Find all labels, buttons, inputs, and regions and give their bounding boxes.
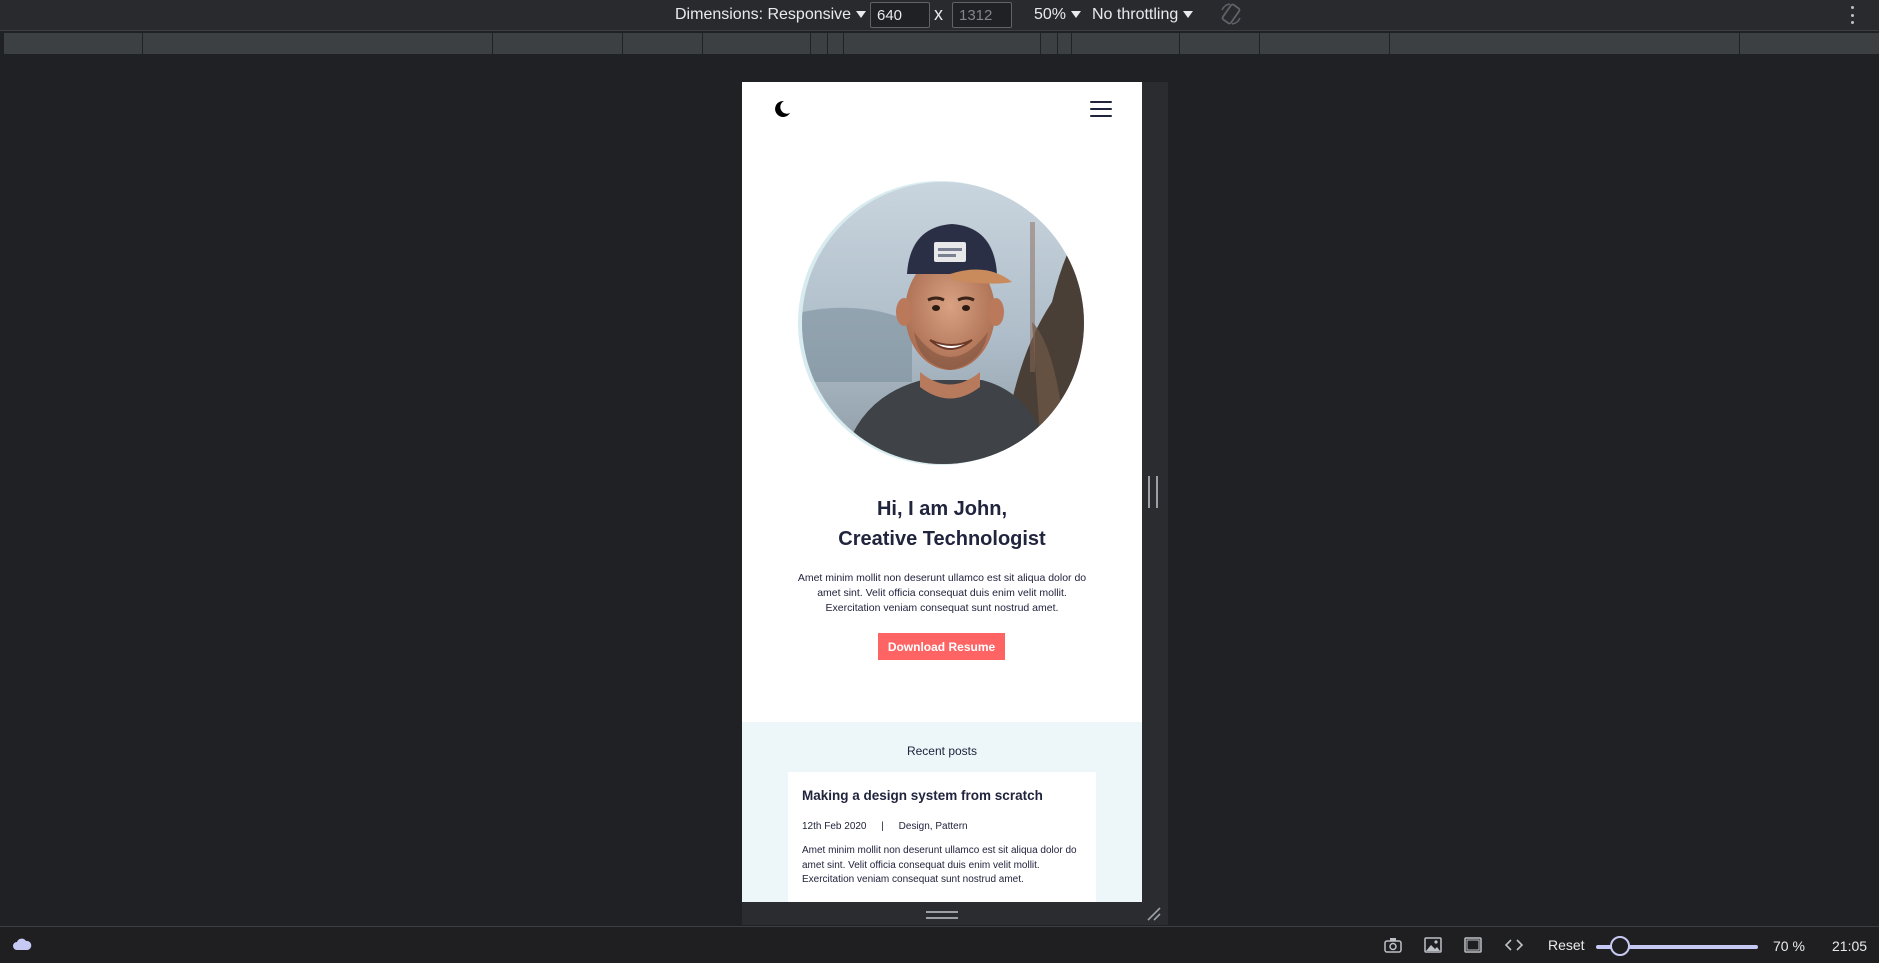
media-query-segment[interactable] [1390,33,1740,54]
dimensions-dropdown[interactable]: Dimensions: Responsive [675,0,867,29]
hero-description: Amet minim mollit non deserunt ullamco e… [797,572,1087,614]
dimension-separator: x [934,4,943,24]
height-input[interactable] [952,2,1012,28]
recent-posts-title: Recent posts [906,744,978,758]
camera-icon[interactable] [1383,936,1403,954]
media-query-segment[interactable] [1072,33,1180,54]
media-query-segment[interactable] [143,33,493,54]
media-query-segment[interactable] [4,33,143,54]
chevron-down-icon [856,11,867,18]
avatar [802,182,1084,464]
post-date: 12th Feb 2020 [802,821,867,832]
clock: 21:05 [1832,938,1868,954]
media-query-bar [4,33,1879,54]
post-tags: Design, Pattern [898,821,968,832]
zoom-value: 70 % [1773,938,1805,954]
media-query-segment[interactable] [1180,33,1260,54]
device-viewport: Hi, I am John, Creative Technologist Ame… [742,82,1142,902]
media-query-segment[interactable] [1260,33,1390,54]
media-query-segment[interactable] [1041,33,1058,54]
zoom-label: 50% [1034,5,1067,23]
zoom-slider-thumb[interactable] [1610,936,1630,956]
hero-section: Hi, I am John, Creative Technologist Ame… [742,82,1142,722]
chevron-down-icon [1071,11,1082,18]
throttling-dropdown[interactable]: No throttling [1092,0,1194,29]
reset-zoom-button[interactable]: Reset [1548,937,1585,953]
post-meta: 12th Feb 2020 | Design, Pattern [802,821,1082,832]
more-icon[interactable] [1845,4,1859,26]
hero-title: Hi, I am John, Creative Technologist [742,494,1142,554]
hero-title-line: Creative Technologist [838,528,1046,550]
rotate-icon[interactable] [1218,1,1244,27]
throttling-label: No throttling [1092,5,1179,23]
chevron-down-icon [1183,11,1194,18]
post-meta-separator: | [881,821,884,832]
media-query-segment[interactable] [844,33,1041,54]
frame-icon[interactable] [1463,936,1483,954]
hero-title-line: Hi, I am John, [876,498,1008,520]
post-title[interactable]: Making a design system from scratch [802,788,1082,803]
media-query-segment[interactable] [623,33,703,54]
zoom-dropdown[interactable]: 50% [1034,0,1082,29]
resize-handle-bottom[interactable] [926,911,958,919]
resize-handle-right[interactable] [1148,476,1158,508]
recent-posts-section: Recent posts Making a design system from… [742,722,1142,902]
width-input[interactable] [870,2,930,28]
media-query-segment[interactable] [828,33,844,54]
media-query-segment[interactable] [1058,33,1072,54]
resize-corner-icon[interactable] [1146,906,1162,922]
post-card[interactable]: Making a design system from scratch 12th… [788,772,1096,902]
media-query-segment[interactable] [703,33,811,54]
cloud-icon[interactable] [12,937,32,951]
download-resume-button[interactable]: Download Resume [878,633,1005,660]
status-bar: Reset 70 % 21:05 [0,926,1879,963]
dimensions-label: Dimensions: Responsive [675,5,852,23]
image-icon[interactable] [1423,936,1443,954]
media-query-segment[interactable] [811,33,828,54]
code-icon[interactable] [1504,936,1524,954]
device-toolbar: Dimensions: Responsive x 50% No throttli… [0,0,1879,31]
media-query-segment[interactable] [493,33,623,54]
post-excerpt: Amet minim mollit non deserunt ullamco e… [802,845,1077,885]
media-query-segment[interactable] [1740,33,1879,54]
